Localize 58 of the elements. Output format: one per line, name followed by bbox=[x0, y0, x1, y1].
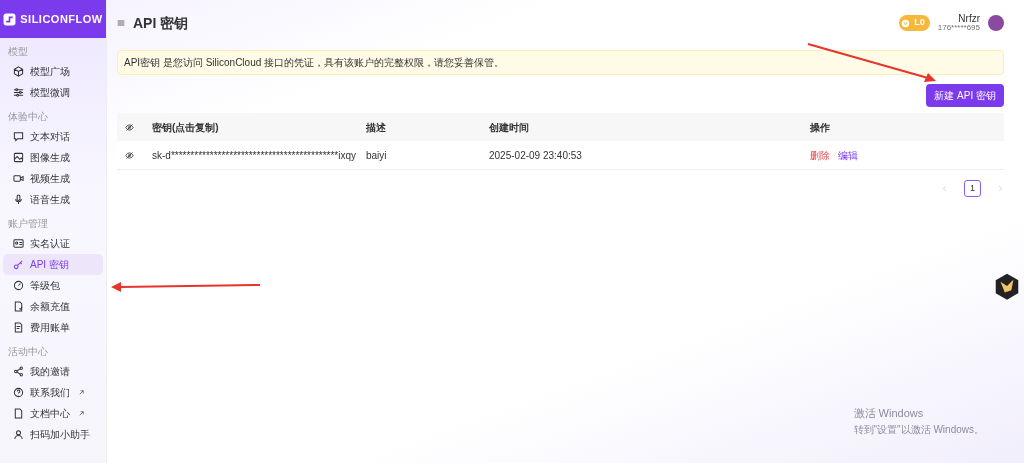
microphone-icon bbox=[13, 194, 24, 205]
page-button[interactable]: 1 bbox=[964, 180, 981, 197]
sidebar-item[interactable]: 我的邀请 bbox=[3, 361, 103, 382]
key-icon bbox=[13, 259, 24, 270]
user-phone: 176*****695 bbox=[937, 24, 980, 32]
id-card-icon bbox=[13, 238, 24, 249]
chat-bubble-icon bbox=[13, 131, 24, 142]
logo-icon bbox=[3, 12, 17, 26]
eye-slash-icon[interactable] bbox=[125, 123, 134, 133]
cube-icon bbox=[13, 66, 24, 77]
os-activation-text: 转到"设置"以激活 Windows。 bbox=[853, 422, 984, 437]
column-header: 操作 bbox=[810, 120, 830, 135]
person-icon bbox=[13, 429, 24, 440]
share-icon bbox=[13, 366, 24, 377]
notice-text: API密钥 是您访问 SiliconCloud 接口的凭证，具有该账户的完整权限，请您妥善保管。 bbox=[117, 50, 1004, 75]
section-heading: 活动中心 bbox=[7, 345, 49, 359]
document-icon bbox=[13, 408, 24, 419]
table-cell-text: 2025-02-09 23:40:53 bbox=[489, 148, 583, 163]
level-text: L0 bbox=[914, 16, 925, 30]
column-header: 密钥(点击复制) bbox=[152, 120, 220, 135]
section-heading: 模型 bbox=[7, 45, 29, 59]
avatar[interactable] bbox=[988, 15, 1004, 31]
brand-name: SILICONFLOW bbox=[20, 11, 103, 27]
action-link[interactable]: 编辑 bbox=[838, 147, 858, 163]
sidebar-item[interactable]: 文档中心 bbox=[3, 403, 103, 424]
sidebar-item[interactable]: 语音生成 bbox=[3, 189, 103, 210]
sliders-icon bbox=[13, 87, 24, 98]
sidebar-item[interactable]: 联系我们 bbox=[3, 382, 103, 403]
document-icon bbox=[13, 301, 24, 312]
sidebar-item[interactable]: 实名认证 bbox=[3, 233, 103, 254]
bird-hexagon-icon[interactable] bbox=[994, 272, 1020, 300]
eye-slash-icon[interactable] bbox=[125, 151, 134, 161]
sidebar-item[interactable]: 余额充值 bbox=[3, 296, 103, 317]
section-heading: 账户管理 bbox=[7, 217, 49, 231]
sidebar-item[interactable]: 模型广场 bbox=[3, 61, 103, 82]
column-header: 描述 bbox=[366, 120, 387, 135]
help-circle-icon bbox=[13, 387, 24, 398]
receipt-icon bbox=[13, 322, 24, 333]
table-cell[interactable]: sk-d*******************************************ixqy bbox=[152, 147, 366, 163]
column-header: 创建时间 bbox=[489, 120, 530, 135]
sidebar-item[interactable]: 图像生成 bbox=[3, 147, 103, 168]
sidebar-item[interactable]: API 密钥 bbox=[3, 254, 103, 275]
section-heading: 体验中心 bbox=[7, 110, 49, 124]
image-icon bbox=[13, 152, 24, 163]
sidebar-item[interactable]: 模型微调 bbox=[3, 82, 103, 103]
os-activation-title: 激活 Windows bbox=[853, 406, 925, 421]
page-title: API 密钥 bbox=[133, 14, 189, 32]
user-name: Nrfzr bbox=[958, 14, 980, 24]
gauge-icon bbox=[13, 280, 24, 291]
sidebar-item[interactable]: 等级包 bbox=[3, 275, 103, 296]
sidebar-item[interactable]: 费用账单 bbox=[3, 317, 103, 338]
action-link[interactable]: 删除 bbox=[810, 147, 830, 163]
video-camera-icon bbox=[13, 173, 24, 184]
sidebar-item[interactable]: 视频生成 bbox=[3, 168, 103, 189]
sidebar-item[interactable]: 扫码加小助手 bbox=[3, 424, 103, 445]
create-api-key-button[interactable]: 新建 API 密钥 bbox=[926, 84, 1004, 107]
sidebar-item[interactable]: 文本对话 bbox=[3, 126, 103, 147]
table-cell-text: baiyi bbox=[366, 148, 388, 163]
